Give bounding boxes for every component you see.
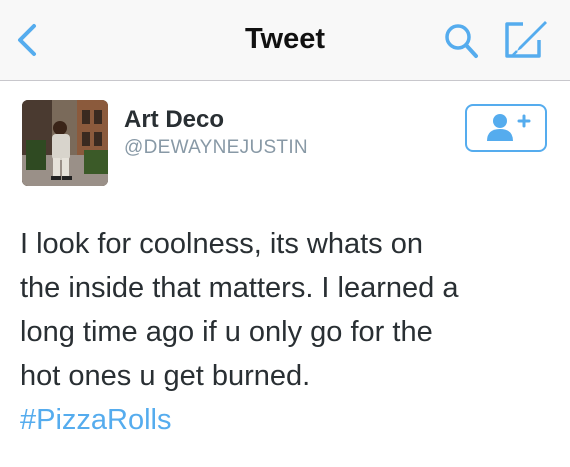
compose-icon [505,21,547,58]
navigation-bar: Tweet [0,0,570,81]
chevron-left-icon [18,24,36,56]
avatar-photo [22,100,108,186]
search-icon [445,24,478,58]
avatar[interactable] [22,100,108,186]
tweet-line: hot ones u get burned. [20,360,311,392]
follow-button[interactable] [465,104,547,152]
tweet-text: I look for coolness, its whats on the in… [20,222,555,442]
tweet-line: long time ago if u only go for the [20,316,433,348]
hashtag-link[interactable]: #PizzaRolls [20,398,555,442]
page-title: Tweet [244,23,326,55]
author-handle[interactable]: @DEWAYNEJUSTIN [124,137,308,159]
author-name[interactable]: Art Deco [124,106,224,134]
search-button[interactable] [443,22,479,60]
compose-tweet-button[interactable] [503,18,549,60]
add-user-icon [487,114,531,141]
back-button[interactable] [10,20,46,60]
tweet-line: the inside that matters. I learned a [20,272,459,304]
tweet-line: I look for coolness, its whats on [20,228,423,260]
